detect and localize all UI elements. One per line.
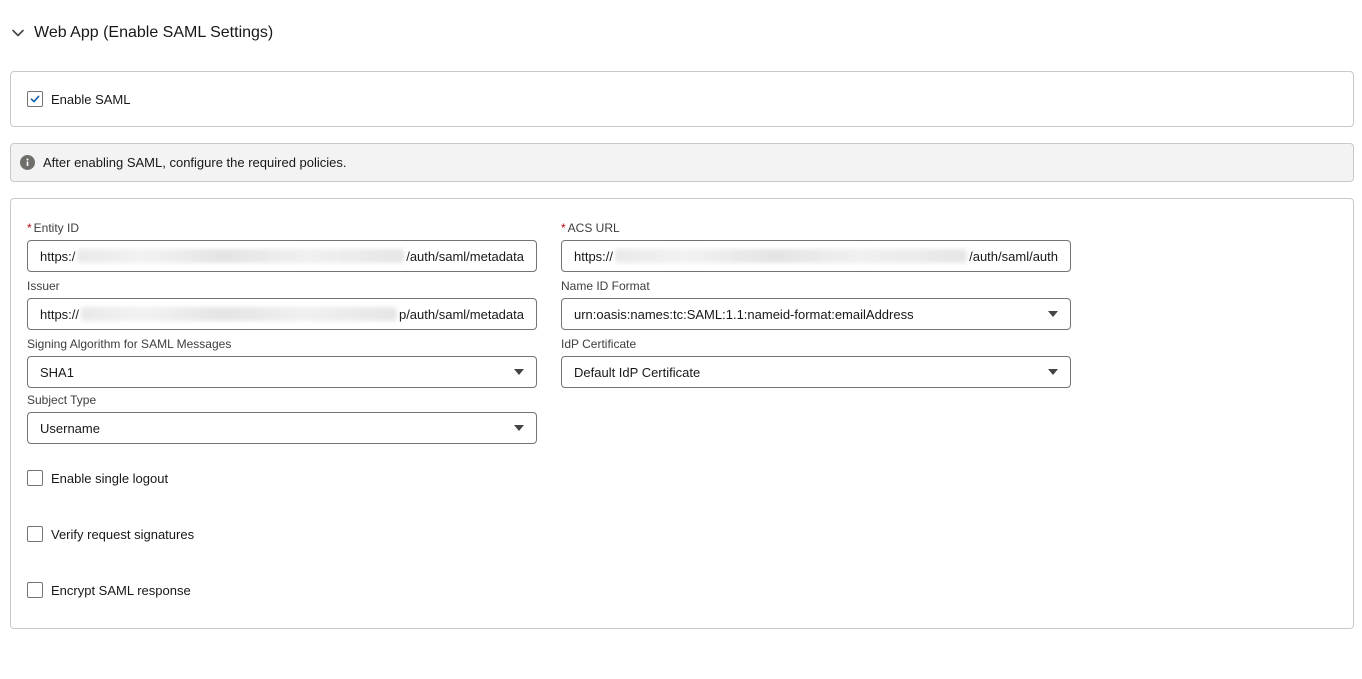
verify-request-signatures-label: Verify request signatures <box>51 526 195 542</box>
issuer-input[interactable]: https:// p/auth/saml/metadata <box>27 298 537 330</box>
signing-algorithm-label: Signing Algorithm for SAML Messages <box>27 337 232 351</box>
acs-url-field: * ACS URL https:// /auth/saml/auth <box>561 220 1071 272</box>
entity-id-input[interactable]: https:/ /auth/saml/metadata <box>27 240 537 272</box>
caret-down-icon <box>514 369 524 375</box>
subject-type-label: Subject Type <box>27 393 97 407</box>
section-toggle[interactable]: Web App (Enable SAML Settings) <box>10 22 273 44</box>
checkbox-checked-icon[interactable] <box>27 91 43 107</box>
redacted-text <box>81 307 397 321</box>
acs-url-label: ACS URL <box>567 221 620 235</box>
idp-certificate-field: IdP Certificate Default IdP Certificate <box>561 336 1071 388</box>
enable-single-logout-checkbox[interactable]: Enable single logout <box>27 470 168 486</box>
caret-down-icon <box>1048 311 1058 317</box>
acs-url-input[interactable]: https:// /auth/saml/auth <box>561 240 1071 272</box>
name-id-format-label: Name ID Format <box>561 279 650 293</box>
issuer-label: Issuer <box>27 279 60 293</box>
signing-algorithm-value: SHA1 <box>40 364 74 380</box>
checkbox-unchecked-icon[interactable] <box>27 526 43 542</box>
subject-type-field: Subject Type Username <box>27 392 537 444</box>
entity-id-prefix: https:/ <box>40 248 76 264</box>
entity-id-field: * Entity ID https:/ /auth/saml/metadata <box>27 220 537 272</box>
name-id-format-field: Name ID Format urn:oasis:names:tc:SAML:1… <box>561 278 1071 330</box>
caret-down-icon <box>514 425 524 431</box>
acs-url-prefix: https:// <box>574 248 614 264</box>
encrypt-saml-response-label: Encrypt SAML response <box>51 582 191 598</box>
acs-url-suffix: /auth/saml/auth <box>969 248 1058 264</box>
issuer-prefix: https:// <box>40 306 80 322</box>
enable-saml-card: Enable SAML <box>10 71 1354 127</box>
name-id-format-select[interactable]: urn:oasis:names:tc:SAML:1.1:nameid-forma… <box>561 298 1071 330</box>
subject-type-select[interactable]: Username <box>27 412 537 444</box>
info-message: After enabling SAML, configure the requi… <box>43 155 347 170</box>
caret-down-icon <box>1048 369 1058 375</box>
enable-saml-checkbox[interactable]: Enable SAML <box>27 91 131 107</box>
redacted-text <box>615 249 968 263</box>
name-id-format-value: urn:oasis:names:tc:SAML:1.1:nameid-forma… <box>574 306 914 322</box>
enable-saml-label: Enable SAML <box>51 91 131 107</box>
idp-certificate-value: Default IdP Certificate <box>574 364 701 380</box>
verify-request-signatures-checkbox[interactable]: Verify request signatures <box>27 526 194 542</box>
entity-id-suffix: /auth/saml/metadata <box>406 248 524 264</box>
saml-settings-card: * Entity ID https:/ /auth/saml/metadata *… <box>10 198 1354 629</box>
required-marker: * <box>561 221 566 235</box>
info-icon <box>20 155 35 170</box>
encrypt-saml-response-checkbox[interactable]: Encrypt SAML response <box>27 582 191 598</box>
idp-certificate-label: IdP Certificate <box>561 337 637 351</box>
required-marker: * <box>27 221 32 235</box>
enable-single-logout-label: Enable single logout <box>51 470 169 486</box>
issuer-field: Issuer https:// p/auth/saml/metadata <box>27 278 537 330</box>
idp-certificate-select[interactable]: Default IdP Certificate <box>561 356 1071 388</box>
signing-algorithm-field: Signing Algorithm for SAML Messages SHA1 <box>27 336 537 388</box>
redacted-text <box>77 249 405 263</box>
chevron-down-icon <box>10 25 26 41</box>
checkbox-unchecked-icon[interactable] <box>27 470 43 486</box>
entity-id-label: Entity ID <box>33 221 80 235</box>
issuer-suffix: p/auth/saml/metadata <box>398 306 524 322</box>
checkbox-unchecked-icon[interactable] <box>27 582 43 598</box>
signing-algorithm-select[interactable]: SHA1 <box>27 356 537 388</box>
subject-type-value: Username <box>40 420 100 436</box>
info-banner: After enabling SAML, configure the requi… <box>10 143 1354 182</box>
section-title: Web App (Enable SAML Settings) <box>34 24 274 41</box>
